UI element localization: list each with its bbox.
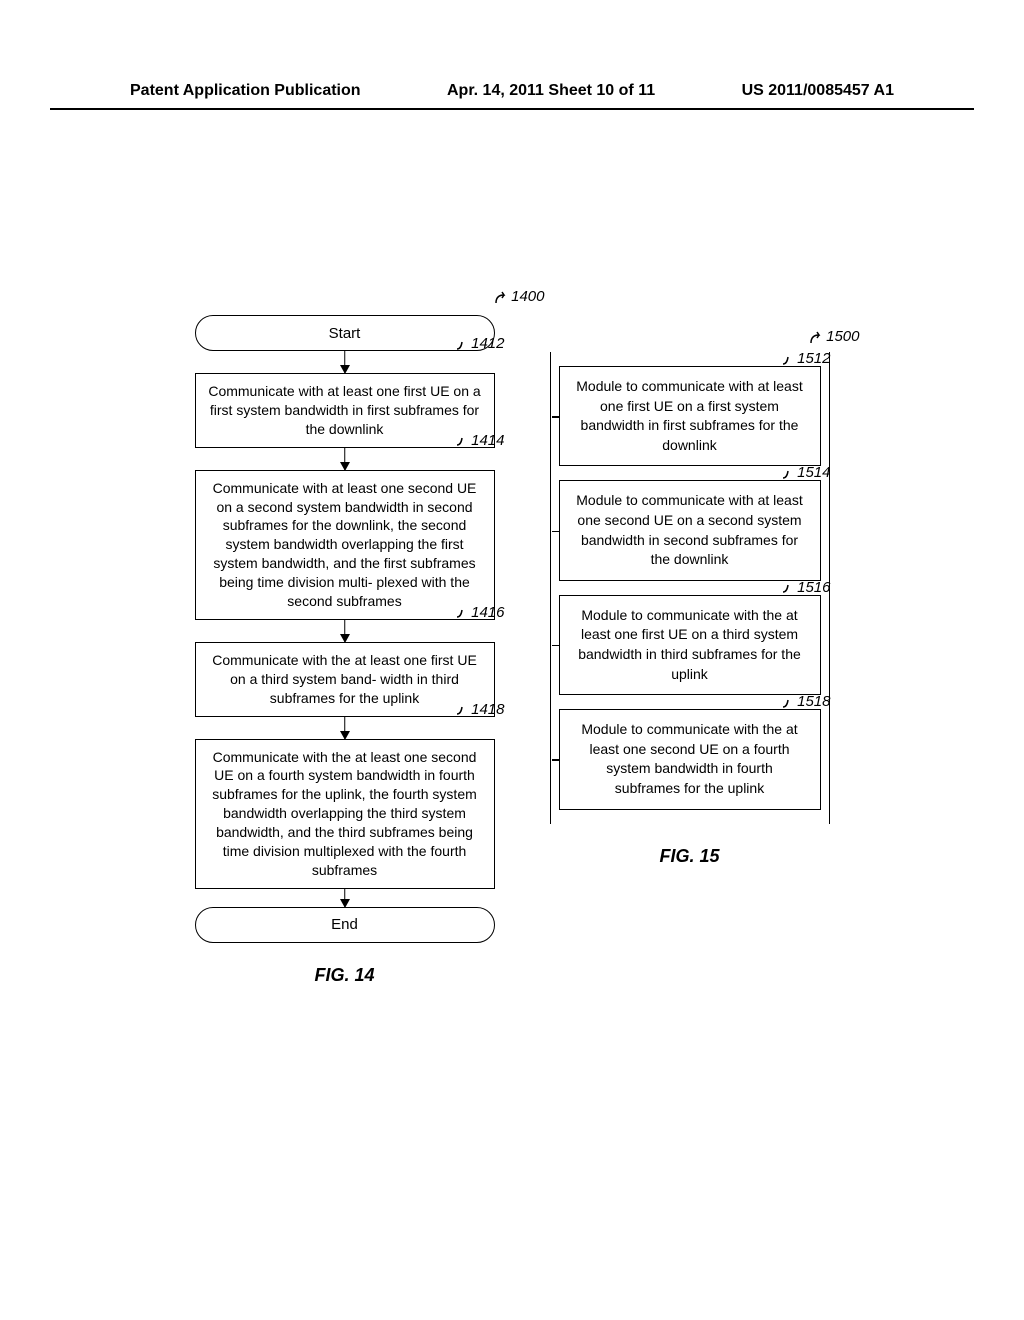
arrow-icon bbox=[195, 620, 495, 642]
end-terminal: End bbox=[195, 907, 495, 943]
process-step-4: Communicate with the at least one second… bbox=[195, 739, 495, 889]
module-frame: 1512 Module to communicate with at least… bbox=[550, 352, 830, 824]
step-ref: 1414 bbox=[471, 432, 504, 449]
step-text: Communicate with the at least one second… bbox=[212, 749, 477, 878]
modules-main-ref: 1500 bbox=[826, 328, 859, 345]
hook-icon bbox=[455, 605, 469, 619]
step-ref: 1412 bbox=[471, 335, 504, 352]
fig15-caption: FIG. 15 bbox=[550, 846, 830, 867]
module-text: Module to communicate with at least one … bbox=[576, 492, 802, 567]
step-ref: 1418 bbox=[471, 701, 504, 718]
module-text: Module to communicate with at least one … bbox=[576, 378, 802, 453]
arrow-icon bbox=[195, 717, 495, 739]
hook-icon bbox=[455, 337, 469, 351]
modules-fig15: 1500 1512 Module to communicate with at … bbox=[550, 352, 830, 986]
page-header: Patent Application Publication Apr. 14, … bbox=[0, 82, 1024, 100]
process-step-3: Communicate with the at least one first … bbox=[195, 642, 495, 717]
hook-icon bbox=[781, 580, 795, 594]
arrow-icon bbox=[195, 889, 495, 907]
module-box-2: Module to communicate with at least one … bbox=[559, 480, 821, 580]
header-divider bbox=[50, 108, 974, 110]
module-text: Module to communicate with the at least … bbox=[578, 607, 801, 682]
process-step-2: Communicate with at least one second UE … bbox=[195, 470, 495, 620]
hook-icon bbox=[455, 433, 469, 447]
module-box-3: Module to communicate with the at least … bbox=[559, 595, 821, 695]
hook-icon bbox=[781, 695, 795, 709]
hook-icon bbox=[781, 466, 795, 480]
flowchart-main-ref: 1400 bbox=[511, 288, 544, 305]
arrow-icon bbox=[195, 351, 495, 373]
module-box-4: Module to communicate with the at least … bbox=[559, 709, 821, 809]
hook-icon bbox=[781, 352, 795, 366]
process-step-1: Communicate with at least one first UE o… bbox=[195, 373, 495, 448]
header-center: Apr. 14, 2011 Sheet 10 of 11 bbox=[447, 82, 655, 100]
start-terminal: Start bbox=[195, 315, 495, 351]
header-right: US 2011/0085457 A1 bbox=[742, 82, 894, 100]
end-label: End bbox=[331, 916, 358, 933]
start-label: Start bbox=[329, 325, 361, 342]
step-text: Communicate with at least one second UE … bbox=[213, 480, 477, 609]
module-ref: 1512 bbox=[797, 350, 830, 367]
module-box-1: Module to communicate with at least one … bbox=[559, 366, 821, 466]
module-ref: 1516 bbox=[797, 579, 830, 596]
diagram-content: 1400 Start 1412 Communicate with at leas… bbox=[0, 280, 1024, 986]
module-ref: 1514 bbox=[797, 464, 830, 481]
hook-icon bbox=[495, 290, 509, 304]
fig14-caption: FIG. 14 bbox=[195, 965, 495, 986]
hook-icon bbox=[810, 330, 824, 344]
module-ref: 1518 bbox=[797, 693, 830, 710]
flowchart-fig14: 1400 Start 1412 Communicate with at leas… bbox=[195, 280, 495, 986]
step-text: Communicate with the at least one first … bbox=[212, 652, 477, 706]
module-text: Module to communicate with the at least … bbox=[581, 721, 797, 796]
step-text: Communicate with at least one first UE o… bbox=[208, 383, 480, 437]
hook-icon bbox=[455, 702, 469, 716]
header-left: Patent Application Publication bbox=[130, 82, 361, 100]
arrow-icon bbox=[195, 448, 495, 470]
step-ref: 1416 bbox=[471, 604, 504, 621]
